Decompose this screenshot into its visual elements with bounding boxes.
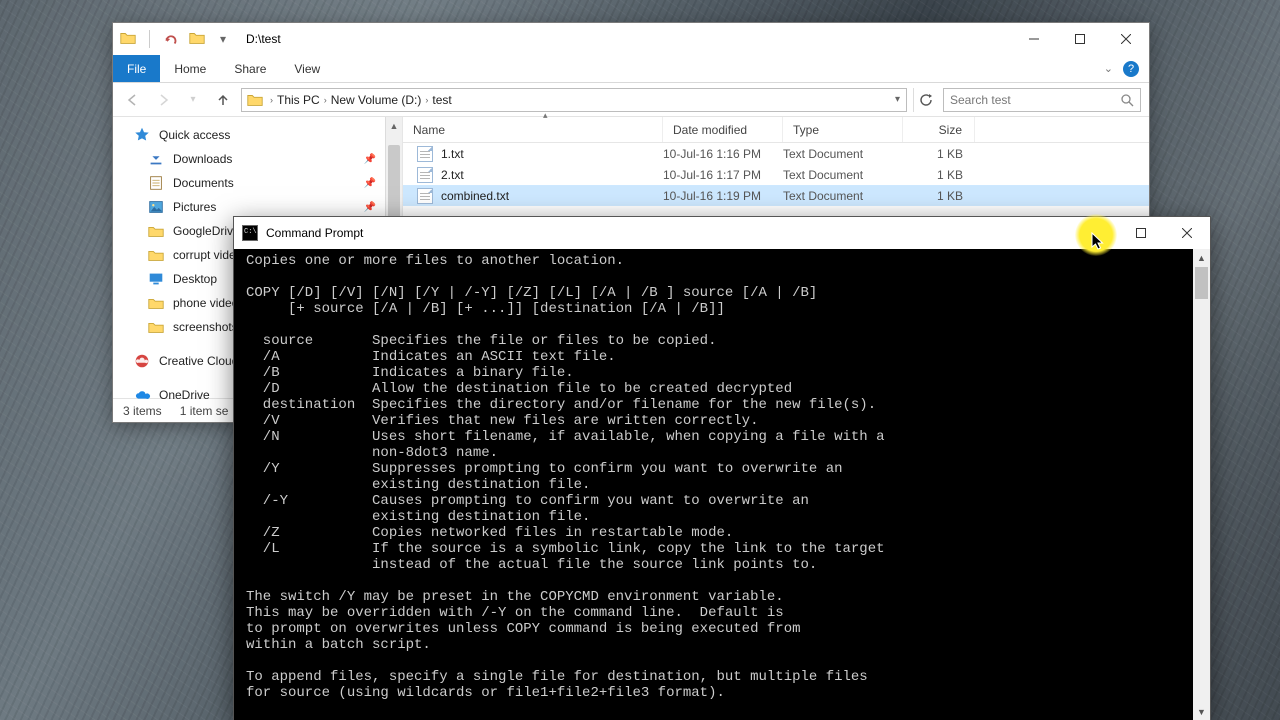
address-dropdown-icon[interactable]: ▾ xyxy=(895,94,900,105)
scroll-up-icon[interactable]: ▲ xyxy=(1193,249,1210,266)
cmd-output[interactable]: Copies one or more files to another loca… xyxy=(234,249,1210,720)
text-file-icon xyxy=(417,188,433,204)
qat-separator xyxy=(149,30,150,48)
column-size[interactable]: Size xyxy=(903,117,975,142)
nav-item-label: Downloads xyxy=(173,152,232,166)
cmd-close-button[interactable] xyxy=(1164,218,1210,248)
address-bar[interactable]: › This PC › New Volume (D:) › test ▾ xyxy=(241,88,907,112)
tab-file[interactable]: File xyxy=(113,55,160,82)
cmd-titlebar[interactable]: Command Prompt xyxy=(234,217,1210,249)
sidebar-item[interactable]: Documents 📌 xyxy=(133,171,402,195)
nav-up-button[interactable] xyxy=(211,88,235,112)
nav-back-button[interactable] xyxy=(121,88,145,112)
chevron-right-icon[interactable]: › xyxy=(270,95,273,105)
tab-share[interactable]: Share xyxy=(220,55,280,82)
nav-item-icon xyxy=(147,150,165,168)
star-icon xyxy=(133,126,151,144)
nav-item-label: Documents xyxy=(173,176,234,190)
file-type: Text Document xyxy=(783,147,903,161)
sort-ascending-icon: ▴ xyxy=(543,110,548,121)
cmd-maximize-button[interactable] xyxy=(1118,218,1164,248)
address-row: ▾ › This PC › New Volume (D:) › test ▾ S… xyxy=(113,83,1149,117)
nav-recent-icon[interactable]: ▾ xyxy=(181,88,205,112)
file-name: 1.txt xyxy=(441,147,464,161)
close-button[interactable] xyxy=(1103,24,1149,54)
file-size: 1 KB xyxy=(903,168,975,182)
cloud-icon xyxy=(133,386,151,404)
crumb-volume[interactable]: New Volume (D:) xyxy=(329,93,424,107)
column-date[interactable]: Date modified xyxy=(663,117,783,142)
quick-access-section[interactable]: Quick access xyxy=(133,123,402,147)
nav-item-icon xyxy=(147,318,165,336)
table-row[interactable]: combined.txt 10-Jul-16 1:19 PMText Docume… xyxy=(403,185,1149,206)
file-type: Text Document xyxy=(783,168,903,182)
file-date: 10-Jul-16 1:19 PM xyxy=(663,189,783,203)
pin-icon: 📌 xyxy=(364,202,376,213)
chevron-right-icon[interactable]: › xyxy=(425,95,428,105)
crumb-folder[interactable]: test xyxy=(430,93,453,107)
nav-item-icon xyxy=(147,222,165,240)
folder-icon xyxy=(119,29,137,50)
qat-folder-open-icon[interactable] xyxy=(188,29,206,50)
nav-item-label: Desktop xyxy=(173,272,217,286)
address-folder-icon xyxy=(246,91,264,109)
tab-home[interactable]: Home xyxy=(160,55,220,82)
ribbon-tabs: File Home Share View ⌄ ? xyxy=(113,55,1149,83)
file-name: combined.txt xyxy=(441,189,509,203)
nav-item-icon xyxy=(147,270,165,288)
nav-item-label: GoogleDrive xyxy=(173,224,240,238)
nav-item-icon xyxy=(147,294,165,312)
refresh-button[interactable] xyxy=(913,88,937,112)
nav-forward-button[interactable] xyxy=(151,88,175,112)
nav-item-label: Pictures xyxy=(173,200,216,214)
column-type[interactable]: Type xyxy=(783,117,903,142)
pin-icon: 📌 xyxy=(364,154,376,165)
cmd-minimize-button[interactable] xyxy=(1072,218,1118,248)
cmd-scrollbar[interactable]: ▲ ▼ xyxy=(1193,249,1210,720)
scroll-up-icon[interactable]: ▲ xyxy=(386,117,402,134)
text-file-icon xyxy=(417,167,433,183)
command-prompt-window: Command Prompt Copies one or more files … xyxy=(233,216,1211,720)
ribbon-expand-icon[interactable]: ⌄ xyxy=(1104,62,1113,75)
file-size: 1 KB xyxy=(903,147,975,161)
qat-more-icon[interactable]: ▾ xyxy=(214,30,232,48)
column-name[interactable]: Name xyxy=(403,117,663,142)
nav-item-icon xyxy=(147,198,165,216)
scroll-thumb[interactable] xyxy=(1195,267,1208,299)
search-placeholder: Search test xyxy=(950,93,1120,107)
text-file-icon xyxy=(417,146,433,162)
minimize-button[interactable] xyxy=(1011,24,1057,54)
nav-item-label: screenshots xyxy=(173,320,238,334)
explorer-titlebar[interactable]: ▾ D:\test xyxy=(113,23,1149,55)
nav-item-icon xyxy=(147,246,165,264)
pin-icon: 📌 xyxy=(364,178,376,189)
table-row[interactable]: 2.txt 10-Jul-16 1:17 PMText Document1 KB xyxy=(403,164,1149,185)
chevron-right-icon[interactable]: › xyxy=(324,95,327,105)
crumb-this-pc[interactable]: This PC xyxy=(275,93,322,107)
search-icon xyxy=(1120,93,1134,107)
file-date: 10-Jul-16 1:17 PM xyxy=(663,168,783,182)
window-title: D:\test xyxy=(246,32,281,46)
cmd-title: Command Prompt xyxy=(266,226,363,240)
sidebar-item[interactable]: Downloads 📌 xyxy=(133,147,402,171)
cmd-icon xyxy=(242,225,258,241)
qat-redo-icon[interactable] xyxy=(162,30,180,48)
help-icon[interactable]: ? xyxy=(1123,61,1139,77)
file-date: 10-Jul-16 1:16 PM xyxy=(663,147,783,161)
nav-item-icon xyxy=(147,174,165,192)
table-row[interactable]: 1.txt 10-Jul-16 1:16 PMText Document1 KB xyxy=(403,143,1149,164)
scroll-down-icon[interactable]: ▼ xyxy=(1193,703,1210,720)
creative-cloud-icon xyxy=(133,352,151,370)
list-header[interactable]: ▴ Name Date modified Type Size xyxy=(403,117,1149,143)
file-size: 1 KB xyxy=(903,189,975,203)
file-name: 2.txt xyxy=(441,168,464,182)
tab-view[interactable]: View xyxy=(280,55,334,82)
search-input[interactable]: Search test xyxy=(943,88,1141,112)
maximize-button[interactable] xyxy=(1057,24,1103,54)
file-type: Text Document xyxy=(783,189,903,203)
